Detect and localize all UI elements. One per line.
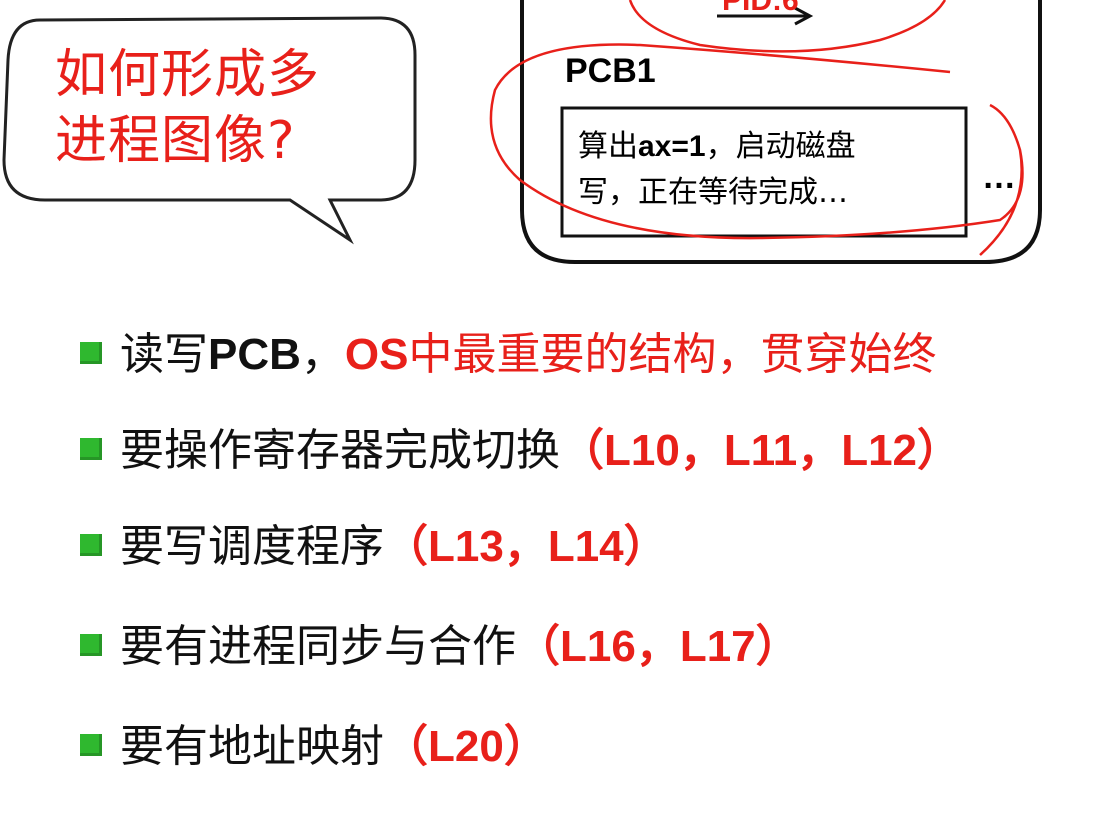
green-square-bullet-icon [80, 734, 102, 756]
pcb-line1-bold: ax=1 [638, 130, 706, 163]
bullet-1-red-text: 中最重要的结构，贯穿始终 [408, 329, 937, 380]
bullet-item-3: 要写调度程序（L13，L14） [80, 517, 668, 577]
bullet-5-text: 要有地址映射 [120, 721, 384, 772]
bullet-2-lectures: （L10，L11，L12） [560, 426, 962, 475]
bullet-1-os: OS [344, 330, 409, 379]
pcb-content-line-1: 算出ax=1，启动磁盘 [578, 124, 950, 170]
green-square-bullet-icon [80, 438, 102, 460]
green-square-bullet-icon [80, 342, 102, 364]
bullet-item-5: 要有地址映射（L20） [80, 717, 548, 777]
bullet-3-lectures: （L13，L14） [384, 522, 668, 571]
bullet-1-comma: ， [300, 329, 345, 380]
red-annotation-top [628, 0, 947, 53]
bullet-item-1: 读写PCB，OS中最重要的结构，贯穿始终 [80, 325, 936, 385]
pcb-line1-prefix: 算出 [578, 129, 638, 164]
bullet-3-text: 要写调度程序 [120, 521, 384, 572]
bullet-4-text: 要有进程同步与合作 [120, 621, 516, 672]
pid-arrow [717, 6, 814, 26]
bullet-5-lectures: （L20） [384, 722, 548, 771]
bullet-item-2: 要操作寄存器完成切换（L10，L11，L12） [80, 421, 961, 481]
bubble-line-2: 进程图像? [55, 111, 296, 171]
pcb-content: 算出ax=1，启动磁盘 写，正在等待完成… [578, 124, 950, 216]
bullet-1-text: 读写 [120, 329, 208, 380]
bullet-4-lectures: （L16，L17） [516, 622, 800, 671]
green-square-bullet-icon [80, 634, 102, 656]
bullet-item-4: 要有进程同步与合作（L16，L17） [80, 617, 800, 677]
bullet-1-pcb: PCB [208, 330, 301, 379]
bubble-question: 如何形成多 进程图像? [55, 42, 320, 174]
pcb-content-line-2: 写，正在等待完成… [578, 175, 848, 210]
bubble-line-1: 如何形成多 [55, 45, 321, 105]
pid-fragment: PID:6 [722, 0, 799, 17]
pcb-line1-suffix: ，启动磁盘 [705, 129, 856, 164]
pcb-ellipsis: … [982, 158, 1016, 196]
bullet-2-text: 要操作寄存器完成切换 [120, 425, 560, 476]
pcb-title: PCB1 [565, 52, 656, 90]
green-square-bullet-icon [80, 534, 102, 556]
